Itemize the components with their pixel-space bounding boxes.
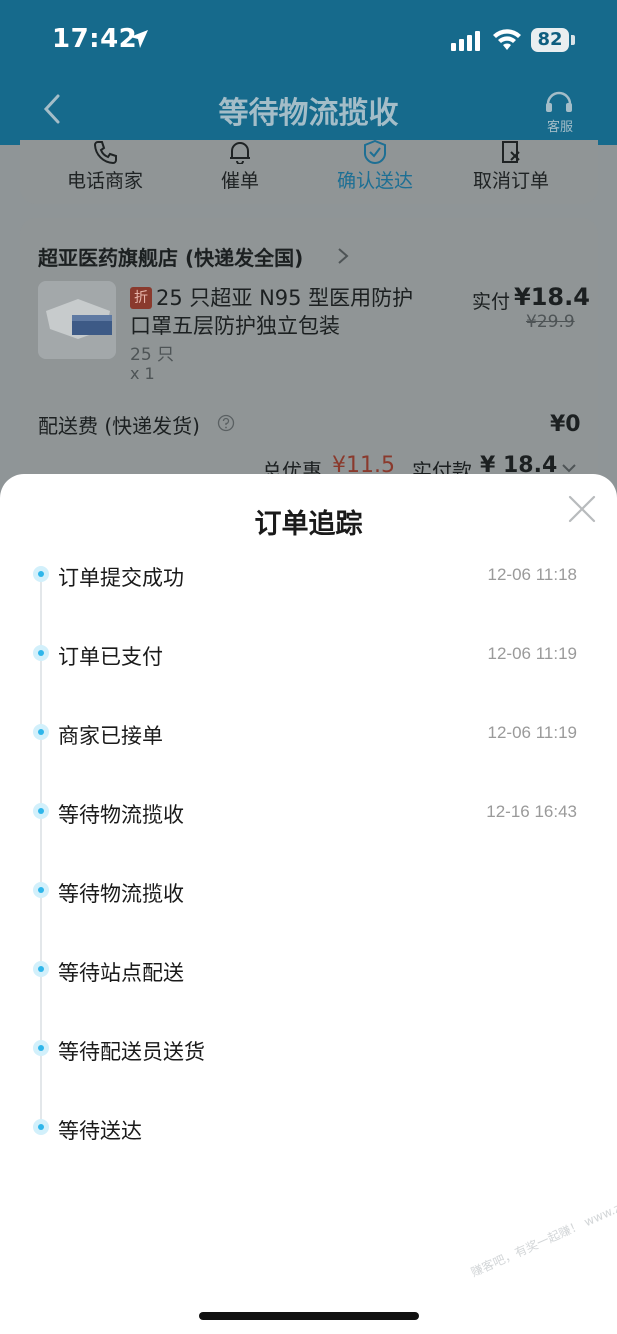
shop-name[interactable]: 超亚医药旗舰店 (快递发全国) [38, 242, 303, 271]
cancel-order-label: 取消订单 [472, 170, 549, 192]
tracking-time: 12-06 11:19 [487, 723, 577, 742]
location-arrow-icon [130, 30, 148, 48]
product-title-line2: 口罩五层防护独立包装 [130, 314, 340, 338]
tracking-item: 等待站点配送 [0, 955, 617, 995]
chevron-right-icon[interactable] [336, 246, 350, 266]
tracking-time: 12-16 16:43 [486, 802, 577, 821]
tracking-status: 等待送达 [58, 1119, 142, 1143]
discount-tag: 折 [130, 287, 152, 309]
timeline-dot-icon [33, 1040, 49, 1056]
tracking-status: 等待物流揽收 [58, 882, 184, 906]
tracking-status: 商家已接单 [58, 724, 163, 748]
tracking-item: 等待物流揽收 12-16 16:43 [0, 797, 617, 837]
tracking-status: 等待配送员送货 [58, 1040, 205, 1064]
tracking-status: 等待物流揽收 [58, 803, 184, 827]
shipping-fee-value: ¥0 [550, 412, 581, 437]
tracking-status: 等待站点配送 [58, 961, 184, 985]
tracking-item: 订单提交成功 12-06 11:18 [0, 560, 617, 600]
check-shield-icon [363, 140, 387, 164]
tracking-item: 等待物流揽收 [0, 876, 617, 916]
battery-indicator: 82 [531, 28, 569, 52]
customer-service-label[interactable]: 客服 [536, 116, 584, 135]
product-image[interactable] [38, 281, 116, 359]
paid-label: 实付 [472, 291, 511, 313]
home-indicator [199, 1312, 419, 1320]
timeline-dot-icon [33, 724, 49, 740]
battery-tip [571, 35, 575, 45]
urge-order-button[interactable]: 催单 [185, 140, 295, 193]
paid-value: ¥18.4 [514, 283, 590, 311]
phone-icon [93, 141, 117, 164]
tracking-time: 12-06 11:19 [487, 644, 577, 663]
cellular-signal-icon [451, 31, 480, 51]
timeline-dot-icon [33, 882, 49, 898]
confirm-delivery-label: 确认送达 [336, 170, 413, 192]
tracking-item: 商家已接单 12-06 11:19 [0, 718, 617, 758]
tracking-status: 订单已支付 [58, 645, 163, 669]
tracking-item: 等待配送员送货 [0, 1034, 617, 1074]
product-quantity: x 1 [130, 364, 155, 383]
product-title[interactable]: 25 只超亚 N95 型医用防护 口罩五层防护独立包装 [130, 284, 456, 340]
status-time: 17:42 [52, 24, 138, 54]
cancel-order-icon [502, 141, 520, 163]
timeline-dot-icon [33, 566, 49, 582]
tracking-item: 等待送达 [0, 1113, 617, 1153]
product-spec: 25 只 [130, 345, 175, 365]
timeline-dot-icon [33, 803, 49, 819]
tracking-time: 12-06 11:18 [487, 565, 577, 584]
urge-order-label: 催单 [220, 170, 259, 192]
call-merchant-button[interactable]: 电话商家 [50, 140, 160, 193]
timeline-dot-icon [33, 961, 49, 977]
page-title: 等待物流揽收 [218, 96, 399, 131]
sheet-title: 订单追踪 [254, 509, 363, 540]
headset-icon[interactable] [543, 88, 575, 116]
shipping-fee-label: 配送费 (快递发货) [38, 414, 200, 438]
original-price: ¥29.9 [526, 312, 575, 332]
status-bar: 17:42 82 [0, 0, 617, 80]
tracking-item: 订单已支付 12-06 11:19 [0, 639, 617, 679]
wifi-icon [493, 29, 521, 50]
cancel-order-button[interactable]: 取消订单 [456, 140, 566, 193]
call-merchant-label: 电话商家 [66, 170, 143, 192]
timeline-dot-icon [33, 645, 49, 661]
mask-product-icon [38, 281, 116, 359]
product-title-line1: 25 只超亚 N95 型医用防护 [156, 286, 414, 310]
tracking-status: 订单提交成功 [58, 566, 184, 590]
bell-icon [230, 142, 250, 164]
help-icon[interactable] [217, 414, 235, 432]
confirm-delivery-button[interactable]: 确认送达 [320, 140, 430, 193]
close-icon[interactable] [566, 493, 598, 525]
timeline-dot-icon [33, 1119, 49, 1135]
chevron-down-icon[interactable] [560, 462, 578, 474]
